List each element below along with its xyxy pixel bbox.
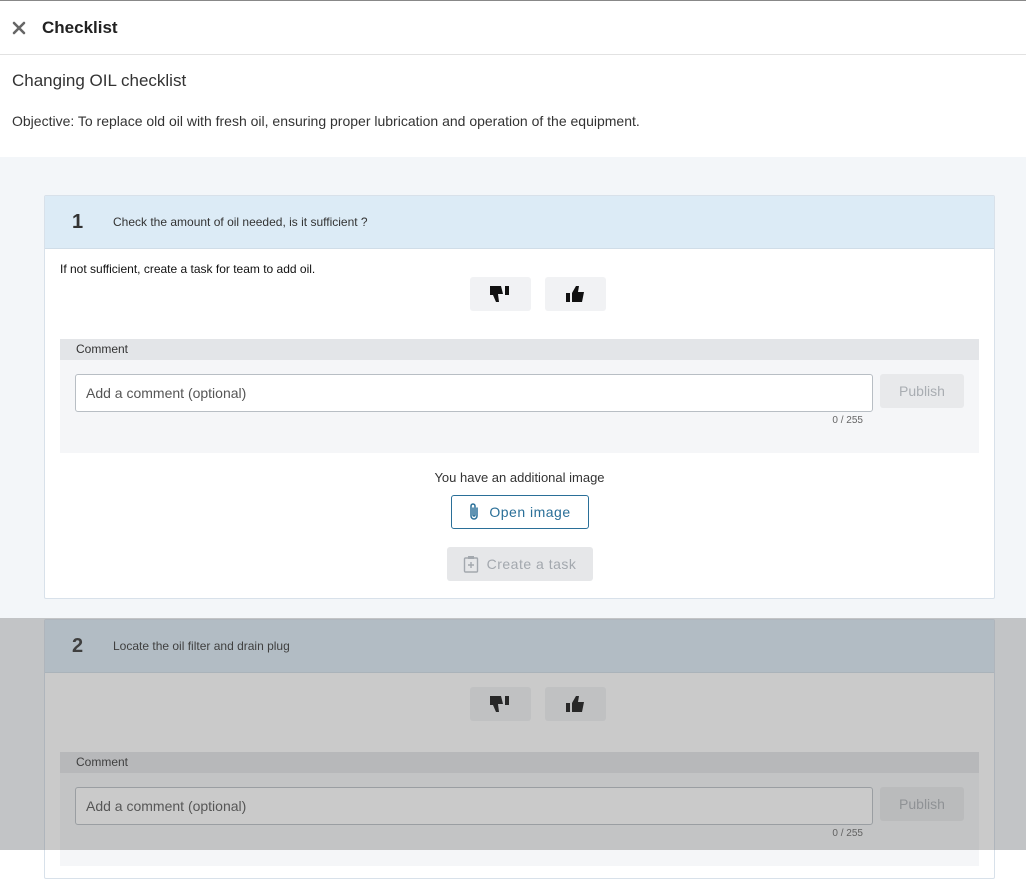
thumbs-down-button[interactable] (469, 277, 531, 311)
disabled-step-overlay (0, 618, 1026, 850)
char-count: 0 / 255 (832, 415, 863, 426)
comment-input[interactable] (75, 374, 873, 412)
close-icon (12, 21, 26, 34)
comment-section: Comment Publish 0 / 255 (60, 339, 979, 453)
step-card-1: 1 Check the amount of oil needed, is it … (44, 195, 995, 599)
create-task-label: Create a task (486, 556, 577, 572)
paperclip-icon (470, 503, 479, 520)
create-task-button[interactable]: Create a task (446, 547, 593, 581)
comment-label: Comment (60, 339, 979, 360)
top-bar: Checklist (0, 0, 1026, 55)
thumbs-up-button[interactable] (544, 277, 606, 311)
thumbs-down-icon (490, 286, 509, 302)
page-title: Checklist (42, 17, 118, 37)
checklist-content: 1 Check the amount of oil needed, is it … (0, 157, 1026, 879)
step-header: 1 Check the amount of oil needed, is it … (45, 196, 994, 249)
close-button[interactable] (10, 19, 28, 37)
vote-row (81, 277, 994, 327)
step-description: If not sufficient, create a task for tea… (60, 262, 316, 276)
open-image-label: Open image (489, 504, 571, 520)
checklist-name: Changing OIL checklist (12, 71, 187, 90)
checklist-header: Changing OIL checklist Objective: To rep… (0, 55, 1026, 157)
step-number: 1 (72, 210, 84, 233)
checklist-objective: Objective: To replace old oil with fresh… (12, 113, 640, 129)
thumbs-up-icon (566, 286, 584, 302)
step-title: Check the amount of oil needed, is it su… (113, 215, 368, 229)
open-image-button[interactable]: Open image (450, 495, 589, 529)
publish-button[interactable]: Publish (880, 374, 964, 408)
image-note: You have an additional image (434, 470, 605, 485)
task-icon (463, 556, 478, 573)
